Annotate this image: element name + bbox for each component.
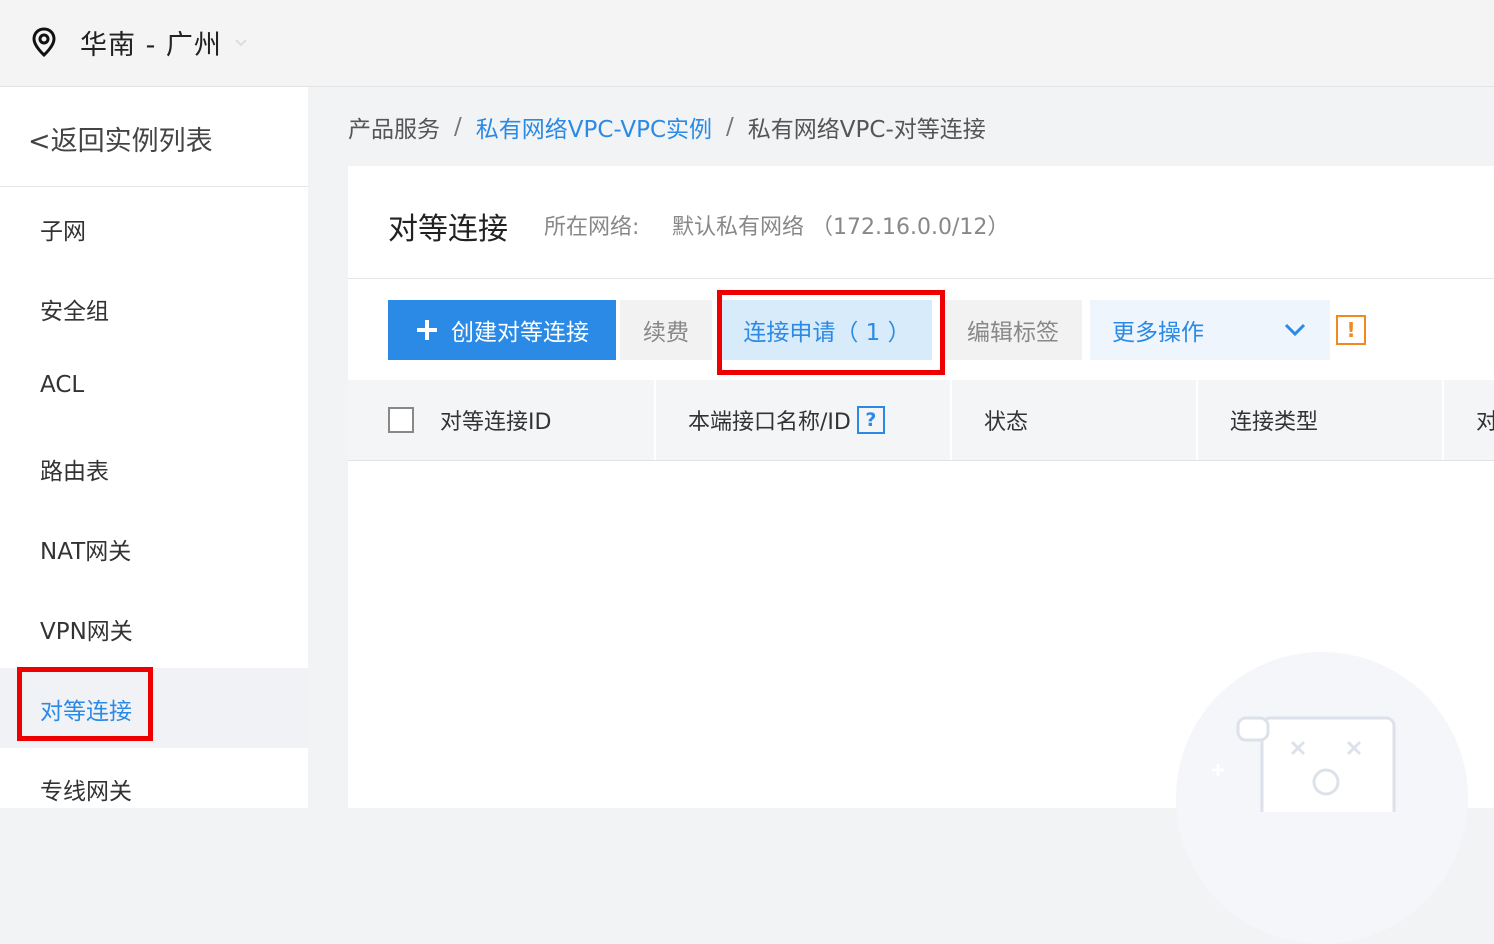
sidebar-item-direct-connect-gateway[interactable]: 专线网关 — [0, 748, 308, 828]
network-value: 默认私有网络 （172.16.0.0/12） — [672, 215, 1010, 240]
sidebar-item-acl[interactable]: ACL — [0, 348, 308, 428]
sidebar-item-security-group[interactable]: 安全组 — [0, 268, 308, 348]
sidebar-item-label: ACL — [40, 372, 85, 398]
main-panel: 对等连接 所在网络: 默认私有网络 （172.16.0.0/12） 创建对等连接… — [348, 166, 1494, 944]
sidebar-item-vpn-gateway[interactable]: VPN网关 — [0, 588, 308, 668]
sidebar-item-route-table[interactable]: 路由表 — [0, 428, 308, 508]
column-label: 连接类型 — [1230, 410, 1319, 435]
sidebar-item-label: NAT网关 — [40, 539, 132, 565]
create-peering-button[interactable]: 创建对等连接 — [388, 300, 616, 360]
empty-state-illustration — [1176, 652, 1468, 944]
sidebar-item-label: VPN网关 — [40, 619, 133, 645]
page-title: 对等连接 — [388, 212, 508, 247]
breadcrumb-item-products[interactable]: 产品服务 — [348, 110, 440, 144]
sidebar: <返回实例列表 子网 安全组 ACL 路由表 NAT网关 VPN网关 对等连接 … — [0, 87, 308, 808]
column-label: 状态 — [984, 410, 1029, 435]
edit-tags-button[interactable]: 编辑标签 — [944, 300, 1082, 360]
column-header-status: 状态 — [950, 380, 1196, 460]
breadcrumb-item-vpc-instance[interactable]: 私有网络VPC-VPC实例 — [476, 110, 712, 144]
select-all-checkbox[interactable] — [388, 407, 414, 433]
help-icon[interactable]: ? — [856, 406, 885, 434]
create-peering-label: 创建对等连接 — [451, 320, 589, 346]
renew-label: 续费 — [643, 320, 689, 346]
sidebar-item-label: 专线网关 — [40, 779, 132, 805]
sidebar-item-peering[interactable]: 对等连接 — [0, 668, 308, 748]
region-selector[interactable]: 华南 - 广州 — [28, 22, 250, 62]
sidebar-item-nat-gateway[interactable]: NAT网关 — [0, 508, 308, 588]
column-header-local-interface: 本端接口名称/ID ? — [654, 380, 950, 460]
edit-tags-label: 编辑标签 — [967, 320, 1059, 346]
location-pin-icon — [28, 26, 60, 58]
sidebar-item-label: 安全组 — [40, 299, 109, 325]
back-to-instance-list-link[interactable]: <返回实例列表 — [0, 87, 308, 187]
chevron-down-icon — [232, 33, 250, 51]
column-label: 对等连接ID — [440, 410, 552, 435]
connection-requests-button[interactable]: 连接申请（ 1 ） — [722, 300, 932, 360]
column-header-peer: 对 — [1442, 380, 1494, 460]
renew-button[interactable]: 续费 — [620, 300, 712, 360]
connection-requests-label: 连接申请（ 1 ） — [743, 320, 911, 346]
network-label: 所在网络: — [544, 215, 640, 240]
more-actions-dropdown[interactable]: 更多操作 — [1090, 300, 1330, 360]
table-header: 对等连接ID 本端接口名称/ID ? 状态 连接类型 对 — [348, 380, 1494, 461]
top-bar: 华南 - 广州 — [0, 0, 1494, 87]
column-label: 对 — [1476, 404, 1494, 436]
back-label: <返回实例列表 — [28, 126, 213, 157]
sidebar-item-label: 对等连接 — [40, 699, 132, 725]
breadcrumb-separator: / — [726, 114, 734, 140]
column-header-connection-type: 连接类型 — [1196, 380, 1442, 460]
region-label: 华南 - 广州 — [80, 29, 222, 61]
panel-header: 对等连接 所在网络: 默认私有网络 （172.16.0.0/12） — [348, 166, 1494, 279]
empty-document-icon — [1212, 716, 1396, 830]
sidebar-item-label: 子网 — [40, 219, 86, 245]
column-header-peering-id: 对等连接ID — [388, 380, 654, 460]
breadcrumb-item-current: 私有网络VPC-对等连接 — [747, 117, 986, 143]
breadcrumb-separator: / — [454, 114, 462, 140]
chevron-down-icon — [1284, 323, 1306, 337]
column-label: 本端接口名称/ID — [688, 410, 851, 435]
sidebar-item-label: 路由表 — [40, 459, 109, 485]
more-actions-label: 更多操作 — [1112, 320, 1204, 346]
sidebar-item-subnet[interactable]: 子网 — [0, 188, 308, 268]
breadcrumb: 产品服务 / 私有网络VPC-VPC实例 / 私有网络VPC-对等连接 — [348, 110, 986, 144]
plus-icon — [417, 320, 437, 340]
warning-icon[interactable]: ! — [1336, 315, 1366, 345]
